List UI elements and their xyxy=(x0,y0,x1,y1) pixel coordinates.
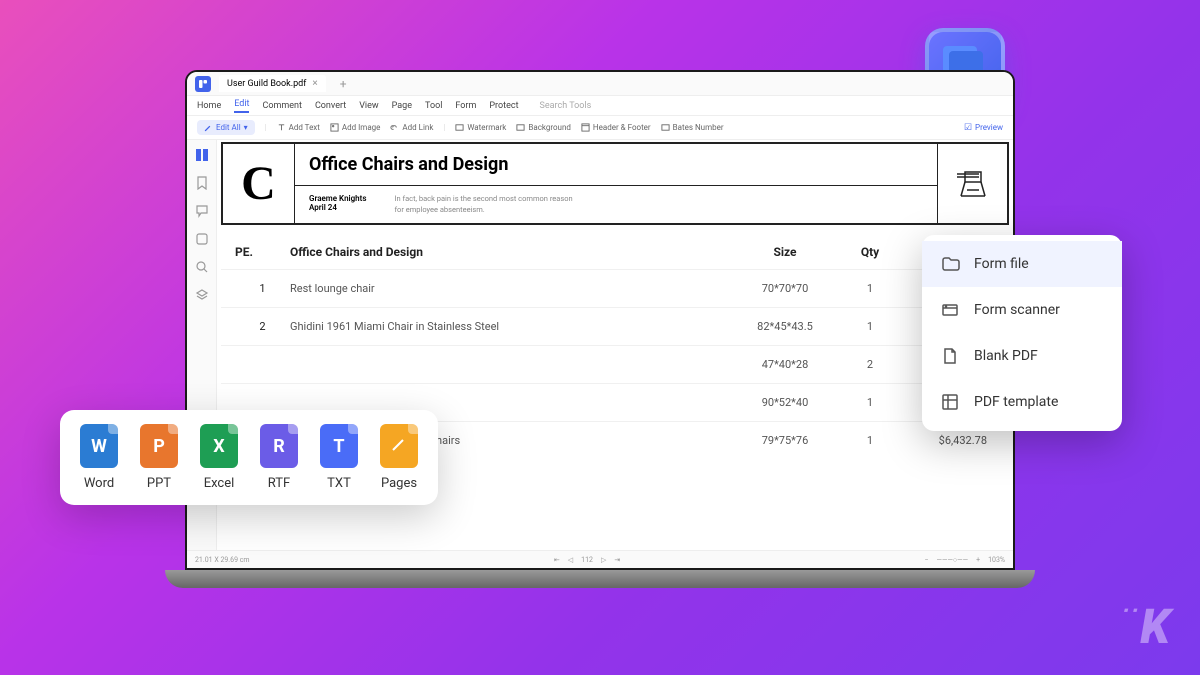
form-file-icon xyxy=(940,254,960,274)
watermark-button[interactable]: Watermark xyxy=(455,123,506,132)
close-icon[interactable]: × xyxy=(312,78,317,89)
table-row: 2Ghidini 1961 Miami Chair in Stainless S… xyxy=(221,307,1009,345)
word-file-icon: W xyxy=(80,424,118,468)
ppt-file-icon: P xyxy=(140,424,178,468)
attachment-icon[interactable] xyxy=(195,232,209,246)
export-label: Word xyxy=(84,476,114,491)
laptop-frame: User Guild Book.pdf × + Home Edit Commen… xyxy=(185,70,1015,590)
bates-number-button[interactable]: Bates Number xyxy=(661,123,724,132)
doc-header: C Office Chairs and Design Graeme Knight… xyxy=(221,142,1009,225)
export-label: PPT xyxy=(147,476,171,491)
th-pe: PE. xyxy=(235,245,290,259)
doc-author: Graeme Knights xyxy=(309,194,366,203)
menu-home[interactable]: Home xyxy=(197,101,221,111)
header-footer-button[interactable]: Header & Footer xyxy=(581,123,651,132)
txt-file-icon: T xyxy=(320,424,358,468)
export-formats-panel: W Word P PPT X Excel R RTF T TXT Pages xyxy=(60,410,438,505)
nav-last-icon[interactable]: ⇥ xyxy=(614,556,620,564)
form-scanner-icon xyxy=(940,300,960,320)
export-label: RTF xyxy=(268,476,290,491)
export-rtf[interactable]: R RTF xyxy=(260,424,298,491)
table-row: 1Rest lounge chair70*70*701$**,* xyxy=(221,269,1009,307)
menu-edit[interactable]: Edit xyxy=(234,99,249,113)
statusbar: 21.01 X 29.69 cm ⇤ ◁ 112 ▷ ⇥ − ———○—— + … xyxy=(187,550,1013,568)
doc-title: Office Chairs and Design xyxy=(295,144,937,186)
background-button[interactable]: Background xyxy=(516,123,571,132)
chevron-down-icon: ▾ xyxy=(244,123,248,132)
export-label: TXT xyxy=(327,476,351,491)
doc-logo-letter: C xyxy=(241,156,276,211)
create-form-scanner[interactable]: Form scanner xyxy=(922,287,1122,333)
nav-first-icon[interactable]: ⇤ xyxy=(554,556,560,564)
export-excel[interactable]: X Excel xyxy=(200,424,238,491)
toolbar: Edit All ▾ | Add Text Add Image Add Link… xyxy=(187,116,1013,140)
export-pages[interactable]: Pages xyxy=(380,424,418,491)
create-blank-pdf[interactable]: Blank PDF xyxy=(922,333,1122,379)
create-form-file[interactable]: Form file xyxy=(922,241,1122,287)
zoom-level: 103% xyxy=(988,556,1005,564)
menu-tool[interactable]: Tool xyxy=(425,101,442,111)
add-link-button[interactable]: Add Link xyxy=(390,123,433,132)
pdf-template-icon xyxy=(940,392,960,412)
menubar: Home Edit Comment Convert View Page Tool… xyxy=(187,96,1013,116)
export-label: Excel xyxy=(204,476,235,491)
menu-form[interactable]: Form xyxy=(455,101,476,111)
layers-icon[interactable] xyxy=(195,288,209,302)
bookmark-icon[interactable] xyxy=(195,176,209,190)
zoom-in-icon[interactable]: + xyxy=(976,556,980,564)
menu-page[interactable]: Page xyxy=(392,101,412,111)
export-word[interactable]: W Word xyxy=(80,424,118,491)
document-tab[interactable]: User Guild Book.pdf × xyxy=(219,75,326,92)
edit-all-button[interactable]: Edit All ▾ xyxy=(197,120,255,135)
menu-comment[interactable]: Comment xyxy=(262,101,301,111)
table-row: 47*40*282$4,128 xyxy=(221,345,1009,383)
excel-file-icon: X xyxy=(200,424,238,468)
page-dimensions: 21.01 X 29.69 cm xyxy=(195,556,250,564)
preview-toggle[interactable]: ☑Preview xyxy=(964,123,1003,133)
tab-title: User Guild Book.pdf xyxy=(227,79,306,89)
add-tab-button[interactable]: + xyxy=(334,77,353,91)
search-sidebar-icon[interactable] xyxy=(195,260,209,274)
doc-date: April 24 xyxy=(309,203,366,212)
pages-file-icon xyxy=(380,424,418,468)
titlebar: User Guild Book.pdf × + xyxy=(187,72,1013,96)
page-number[interactable]: 112 xyxy=(581,556,593,564)
search-tools-input[interactable]: Search Tools xyxy=(540,101,592,111)
export-ppt[interactable]: P PPT xyxy=(140,424,178,491)
export-txt[interactable]: T TXT xyxy=(320,424,358,491)
create-pdf-template[interactable]: PDF template xyxy=(922,379,1122,425)
chair-icon xyxy=(957,168,989,200)
rtf-file-icon: R xyxy=(260,424,298,468)
thumbnails-icon[interactable] xyxy=(195,148,209,162)
menu-convert[interactable]: Convert xyxy=(315,101,346,111)
th-qty: Qty xyxy=(835,245,905,259)
comment-icon[interactable] xyxy=(195,204,209,218)
export-label: Pages xyxy=(381,476,417,491)
nav-next-icon[interactable]: ▷ xyxy=(601,556,606,564)
app-logo-icon xyxy=(195,76,211,92)
th-size: Size xyxy=(735,245,835,259)
th-name: Office Chairs and Design xyxy=(290,245,735,259)
watermark-k-logo: K xyxy=(1140,598,1170,655)
menu-protect[interactable]: Protect xyxy=(489,101,518,111)
nav-prev-icon[interactable]: ◁ xyxy=(568,556,573,564)
zoom-out-icon[interactable]: − xyxy=(925,556,929,564)
create-menu: Form fileForm scannerBlank PDFPDF templa… xyxy=(922,235,1122,431)
add-image-button[interactable]: Add Image xyxy=(330,123,381,132)
blank-pdf-icon xyxy=(940,346,960,366)
menu-view[interactable]: View xyxy=(359,101,378,111)
add-text-button[interactable]: Add Text xyxy=(277,123,320,132)
